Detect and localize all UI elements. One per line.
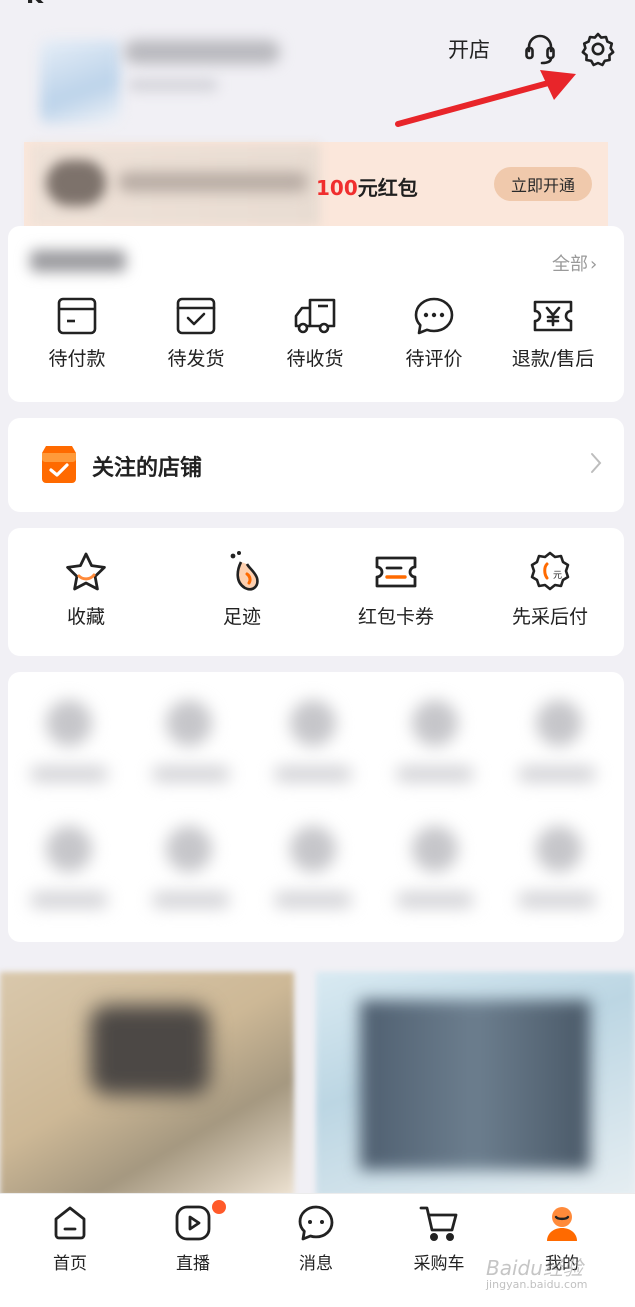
refund-yuan-icon xyxy=(533,300,573,332)
username-blurred xyxy=(124,40,280,64)
status-bar-fragment: K xyxy=(26,0,68,6)
tool-item-label: 收藏 xyxy=(66,606,105,628)
truck-icon xyxy=(294,298,336,334)
tool-item-label: 红包卡券 xyxy=(357,606,434,628)
banner-text-blurred xyxy=(118,172,308,192)
feed-card-object-blurred xyxy=(90,1005,210,1095)
tab-cart[interactable]: 采购车 xyxy=(384,1203,494,1274)
activate-button[interactable]: 立即开通 xyxy=(494,167,592,201)
order-item-refund[interactable]: 退款/售后 xyxy=(496,296,610,371)
svg-text:元: 元 xyxy=(553,571,562,581)
service-label-blurred xyxy=(274,892,352,908)
service-label-blurred xyxy=(518,892,596,908)
order-item-label: 待发货 xyxy=(167,348,225,370)
footprint-icon xyxy=(230,551,259,591)
tool-item-favorites[interactable]: 收藏 xyxy=(28,550,144,629)
tab-label: 消息 xyxy=(299,1254,333,1274)
annotation-arrow-icon xyxy=(395,70,576,127)
avatar[interactable] xyxy=(40,40,120,124)
pay-later-icon: 元 xyxy=(530,551,570,591)
service-label-blurred xyxy=(152,766,230,782)
tool-item-label: 足迹 xyxy=(222,606,261,628)
package-check-icon xyxy=(176,297,216,335)
service-label-blurred xyxy=(30,892,108,908)
cart-icon xyxy=(419,1206,458,1241)
service-label-blurred xyxy=(518,766,596,782)
live-play-icon xyxy=(175,1205,211,1241)
wallet-icon xyxy=(57,297,97,335)
tab-label: 直播 xyxy=(176,1254,210,1274)
chevron-right-icon: › xyxy=(590,254,598,275)
service-icon-blurred xyxy=(412,700,458,746)
order-item-pending-receipt[interactable]: 待收货 xyxy=(258,296,372,371)
service-icon-blurred xyxy=(166,700,212,746)
orders-view-all-link[interactable]: 全部 › xyxy=(552,250,597,276)
watermark-brand: Baidu经验 xyxy=(486,1256,583,1280)
service-icon-blurred xyxy=(46,700,92,746)
tab-live[interactable]: 直播 xyxy=(138,1203,248,1274)
service-label-blurred xyxy=(396,892,474,908)
store-bag-icon xyxy=(42,446,76,483)
service-icon-blurred xyxy=(290,700,336,746)
order-item-label: 待付款 xyxy=(48,348,106,370)
home-icon xyxy=(54,1206,86,1240)
order-item-pending-review[interactable]: 待评价 xyxy=(377,296,491,371)
service-icon-blurred xyxy=(412,826,458,872)
service-icon-blurred xyxy=(290,826,336,872)
banner-title-suffix: 元红包 xyxy=(357,176,418,200)
banner-title: 100元红包 xyxy=(316,172,418,201)
service-label-blurred xyxy=(274,766,352,782)
followed-stores-label: 关注的店铺 xyxy=(92,456,203,481)
service-icon-blurred xyxy=(166,826,212,872)
tool-item-coupons[interactable]: 红包卡券 xyxy=(338,550,454,629)
chevron-right-icon xyxy=(591,453,602,473)
watermark-url: jingyan.baidu.com xyxy=(486,1278,588,1291)
banner-amount: 100 xyxy=(316,176,358,200)
feed-card-object-blurred xyxy=(360,1000,590,1170)
coupon-icon xyxy=(375,556,417,588)
order-item-label: 退款/售后 xyxy=(511,348,595,370)
service-icon-blurred xyxy=(536,826,582,872)
service-label-blurred xyxy=(396,766,474,782)
service-icon-blurred xyxy=(46,826,92,872)
service-label-blurred xyxy=(152,892,230,908)
tool-item-footprint[interactable]: 足迹 xyxy=(184,550,300,629)
tool-item-pay-later[interactable]: 元 先采后付 xyxy=(492,550,608,629)
view-all-label: 全部 xyxy=(552,254,588,275)
live-badge-dot xyxy=(212,1200,226,1214)
tab-label: 采购车 xyxy=(413,1254,465,1274)
orders-title-blurred xyxy=(30,250,126,272)
banner-badge-icon xyxy=(46,160,106,206)
chat-bubble-icon xyxy=(414,297,454,335)
tab-label: 首页 xyxy=(53,1254,87,1274)
tab-messages[interactable]: 消息 xyxy=(261,1203,371,1274)
order-item-pending-payment[interactable]: 待付款 xyxy=(20,296,134,371)
order-item-label: 待评价 xyxy=(405,348,463,370)
user-subtitle-blurred xyxy=(128,78,218,92)
tab-home[interactable]: 首页 xyxy=(15,1203,125,1274)
message-icon xyxy=(298,1205,334,1241)
star-icon xyxy=(66,552,106,591)
order-item-pending-shipment[interactable]: 待发货 xyxy=(139,296,253,371)
profile-icon xyxy=(547,1207,577,1241)
tool-item-label: 先采后付 xyxy=(511,606,588,628)
service-icon-blurred xyxy=(536,700,582,746)
service-label-blurred xyxy=(30,766,108,782)
order-item-label: 待收货 xyxy=(286,348,344,370)
